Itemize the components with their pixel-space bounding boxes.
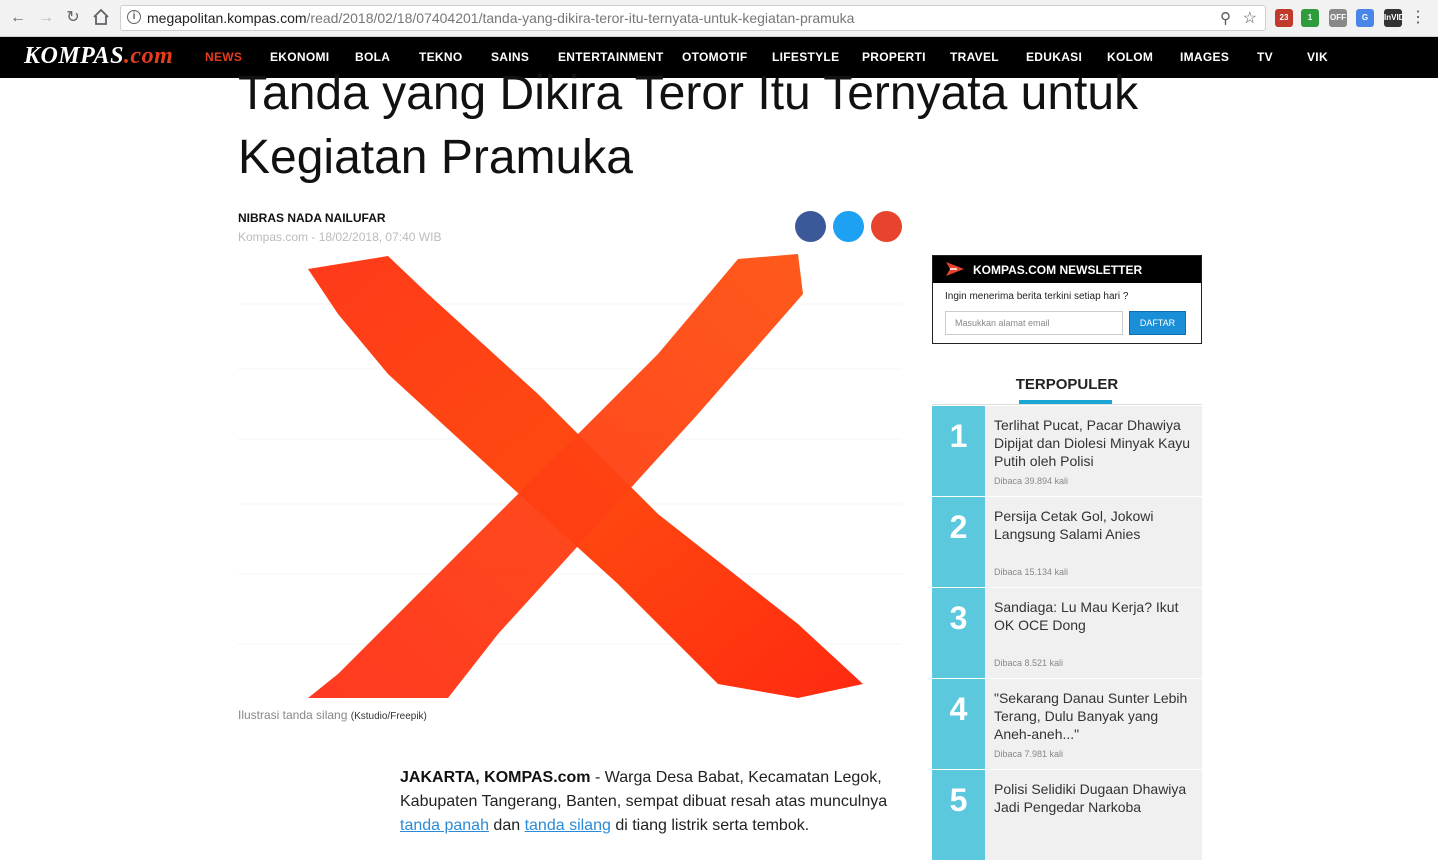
popular-read-count: Dibaca 7.981 kali xyxy=(994,749,1064,759)
home-icon[interactable] xyxy=(91,8,111,28)
popular-item[interactable]: 4 "Sekarang Danau Sunter Lebih Terang, Du… xyxy=(932,679,1202,769)
popular-headline-link[interactable]: Polisi Selidiki Dugaan Dhawiya Jadi Peng… xyxy=(994,780,1194,816)
invid-extension-icon[interactable]: InVID xyxy=(1384,9,1404,27)
popular-headline-link[interactable]: Sandiaga: Lu Mau Kerja? Ikut OK OCE Dong xyxy=(994,598,1194,634)
popular-heading: TERPOPULER xyxy=(1015,376,1119,393)
nav-item-tv[interactable]: TV xyxy=(1257,50,1273,64)
popular-item[interactable]: 1 Terlihat Pucat, Pacar Dhawiya Dipijat d… xyxy=(932,406,1202,496)
twitter-share-button[interactable] xyxy=(833,211,864,242)
popular-headline-link[interactable]: Terlihat Pucat, Pacar Dhawiya Dipijat da… xyxy=(994,416,1194,470)
article-title: Tanda yang Dikira Teror Itu Ternyata unt… xyxy=(238,67,1139,184)
newsletter-question: Ingin menerima berita terkini setiap har… xyxy=(945,291,1129,302)
google-share-button[interactable] xyxy=(871,211,902,242)
url-text[interactable]: megapolitan.kompas.com/read/2018/02/18/0… xyxy=(147,10,854,26)
nav-item-vik[interactable]: VIK xyxy=(1307,50,1328,64)
popular-item[interactable]: 3 Sandiaga: Lu Mau Kerja? Ikut OK OCE Don… xyxy=(932,588,1202,678)
facebook-share-button[interactable] xyxy=(795,211,826,242)
popular-rank-number: 2 xyxy=(932,497,985,587)
back-arrow-icon[interactable]: ← xyxy=(8,8,28,28)
popular-divider xyxy=(932,404,1202,405)
nav-item-news[interactable]: NEWS xyxy=(205,50,242,64)
article-body: JAKARTA, KOMPAS.com - Warga Desa Babat, … xyxy=(400,769,888,834)
article-author[interactable]: NIBRAS NADA NAILUFAR xyxy=(238,211,386,225)
popular-rank-number: 5 xyxy=(932,770,985,860)
zoom-icon[interactable]: ⚲ xyxy=(1220,9,1231,27)
image-caption: Ilustrasi tanda silang (Kstudio/Freepik) xyxy=(238,708,427,722)
address-bar[interactable]: i megapolitan.kompas.com/read/2018/02/18… xyxy=(120,5,1266,31)
reload-icon[interactable]: ↻ xyxy=(63,8,83,28)
popular-item[interactable]: 5 Polisi Selidiki Dugaan Dhawiya Jadi Pen… xyxy=(932,770,1202,860)
popular-rank-number: 1 xyxy=(932,406,985,496)
link-tanda-silang[interactable]: tanda silang xyxy=(525,817,611,834)
image-credit: (Kstudio/Freepik) xyxy=(350,711,427,722)
green-extension-icon[interactable]: 1 xyxy=(1301,9,1319,27)
calendar-extension-icon[interactable]: 23 xyxy=(1275,9,1293,27)
off-extension-icon[interactable]: OFF xyxy=(1329,9,1347,27)
browser-menu-icon[interactable]: ⋮ xyxy=(1410,9,1426,27)
bookmark-star-icon[interactable]: ☆ xyxy=(1243,8,1257,28)
popular-item[interactable]: 2 Persija Cetak Gol, Jokowi Langsung Sala… xyxy=(932,497,1202,587)
red-cross-mark-icon xyxy=(238,254,902,698)
link-tanda-panah[interactable]: tanda panah xyxy=(400,817,489,834)
newsletter-widget: KOMPAS.COM NEWSLETTER Ingin menerima ber… xyxy=(932,255,1202,344)
browser-toolbar: ← → ↻ i megapolitan.kompas.com/read/2018… xyxy=(0,0,1438,37)
kompas-logo[interactable]: KOMPAS.com xyxy=(24,43,173,70)
site-info-icon[interactable]: i xyxy=(127,10,141,24)
article-hero-image xyxy=(238,254,902,698)
popular-rank-number: 3 xyxy=(932,588,985,678)
popular-rank-number: 4 xyxy=(932,679,985,769)
popular-headline-link[interactable]: Persija Cetak Gol, Jokowi Langsung Salam… xyxy=(994,507,1194,543)
translate-extension-icon[interactable]: G xyxy=(1356,9,1374,27)
newsletter-title: KOMPAS.COM NEWSLETTER xyxy=(973,263,1143,277)
popular-read-count: Dibaca 39.894 kali xyxy=(994,476,1069,486)
article-meta: Kompas.com - 18/02/2018, 07:40 WIB xyxy=(238,230,442,244)
popular-headline-link[interactable]: "Sekarang Danau Sunter Lebih Terang, Dul… xyxy=(994,689,1194,743)
newsletter-email-input[interactable]: Masukkan alamat email xyxy=(945,311,1123,335)
popular-read-count: Dibaca 15.134 kali xyxy=(994,567,1069,577)
newsletter-subscribe-button[interactable]: DAFTAR xyxy=(1129,311,1186,335)
newsletter-megaphone-icon xyxy=(946,262,964,276)
article-dateline: JAKARTA, KOMPAS.com xyxy=(400,769,591,786)
forward-arrow-icon[interactable]: → xyxy=(36,8,56,28)
popular-read-count: Dibaca 8.521 kali xyxy=(994,658,1064,668)
